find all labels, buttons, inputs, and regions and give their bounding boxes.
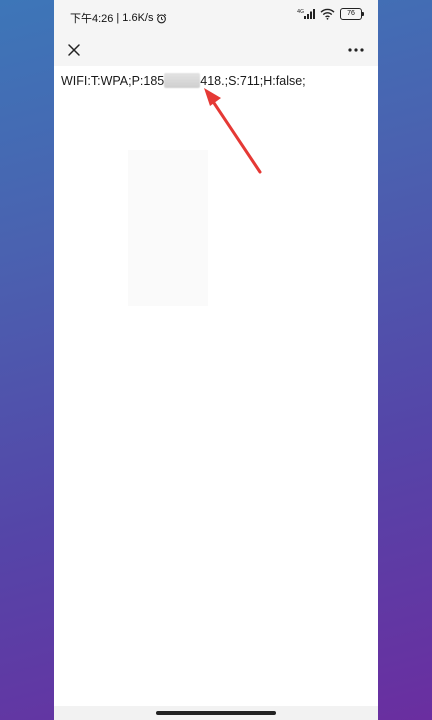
content-area: WIFI:T:WPA;P:185 418.;S:711;H:false; [54, 66, 378, 706]
scanned-wifi-text: WIFI:T:WPA;P:185 418.;S:711;H:false; [61, 73, 306, 88]
navigation-bar [54, 34, 378, 66]
redacted-segment [164, 73, 201, 88]
close-button[interactable] [62, 38, 86, 62]
status-speed: 1.6K/s [122, 12, 154, 24]
alarm-icon [156, 13, 167, 24]
more-icon [344, 38, 368, 62]
status-separator: | [116, 12, 120, 24]
more-options-button[interactable] [344, 38, 368, 62]
network-type-label: 4G [297, 9, 304, 15]
home-indicator[interactable] [156, 711, 276, 715]
status-right: 4G 76 [297, 8, 364, 20]
wifi-icon [320, 8, 335, 20]
status-time: 下午4:26 [70, 13, 114, 25]
status-left: 下午4:26 | 1.6K/s [70, 10, 167, 26]
phone-screen: 下午4:26 | 1.6K/s 4G 76 WIFI:T:WPA;P:185 4… [54, 0, 378, 720]
close-icon [62, 38, 86, 62]
bottom-navigation-strip [54, 706, 378, 720]
status-bar: 下午4:26 | 1.6K/s 4G 76 [54, 0, 378, 34]
wifi-text-end: 418.;S:711;H:false; [200, 74, 306, 88]
battery-level: 76 [347, 10, 355, 17]
faint-background-block [128, 150, 208, 306]
wifi-text-start: WIFI:T:WPA;P:185 [61, 74, 165, 88]
cellular-signal-icon: 4G [297, 8, 315, 20]
battery-icon: 76 [340, 8, 364, 20]
